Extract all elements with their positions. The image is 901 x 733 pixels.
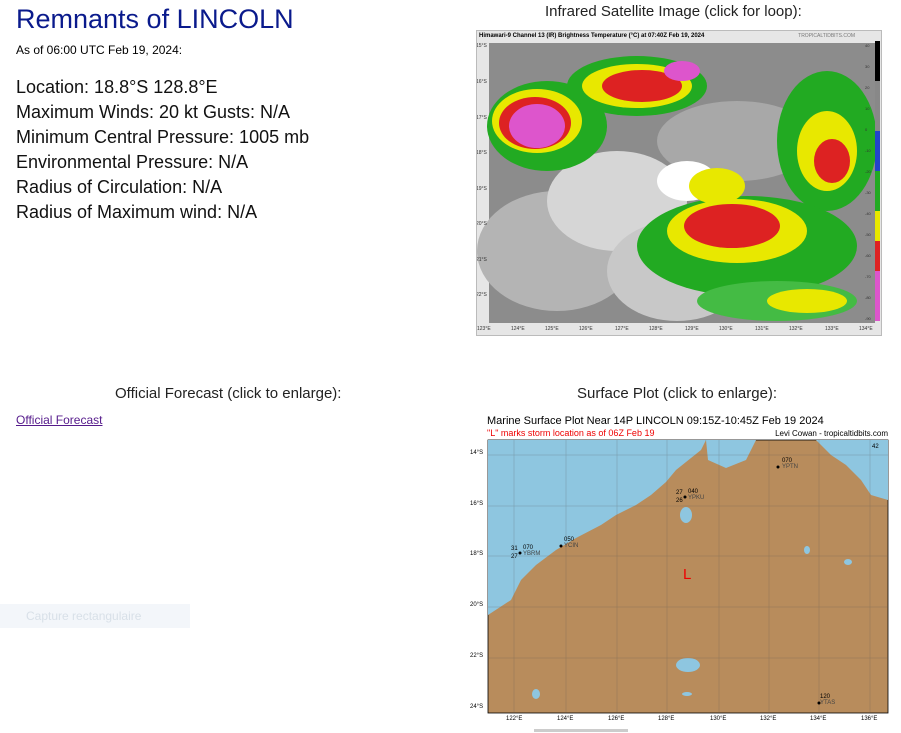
station-plot: 040 YPKU (688, 489, 704, 501)
lat-label: 22°S (476, 292, 487, 298)
lon-label: 134°E (810, 716, 827, 722)
lon-label: 128°E (649, 326, 663, 332)
lon-label: 128°E (658, 716, 675, 722)
lat-label: 18°S (470, 551, 484, 557)
surface-heading: Surface Plot (click to enlarge): (577, 385, 778, 402)
lat-label: 16°S (476, 79, 487, 85)
scale-label: -90 (865, 316, 871, 321)
lat-label: 20°S (476, 221, 487, 227)
surface-plot-image[interactable]: Marine Surface Plot Near 14P LINCOLN 09:… (470, 410, 894, 732)
lon-label: 122°E (506, 716, 523, 722)
lat-label: 14°S (470, 450, 484, 456)
storm-env-pressure: Environmental Pressure: N/A (16, 152, 249, 172)
lon-label: 125°E (545, 326, 559, 332)
scale-label: 10 (865, 106, 870, 111)
lon-label: 136°E (861, 716, 878, 722)
lon-label: 130°E (710, 716, 727, 722)
lat-label: 19°S (476, 186, 487, 192)
scale-label: -60 (865, 253, 871, 258)
station-side: 27 (511, 554, 518, 560)
station-side: 31 (511, 546, 518, 552)
storm-radius-max-wind: Radius of Maximum wind: N/A (16, 202, 258, 222)
storm-marker: L (683, 566, 692, 583)
corner-label: 42 (872, 444, 879, 450)
lat-label: 15°S (476, 43, 487, 49)
lon-label: 130°E (719, 326, 733, 332)
station-id: YPKU (688, 495, 705, 501)
lat-label: 24°S (470, 704, 484, 710)
station-id: YTAS (820, 700, 836, 706)
storm-max-winds: Maximum Winds: 20 kt Gusts: N/A (16, 102, 291, 122)
lon-label: 127°E (615, 326, 629, 332)
satellite-heading: Infrared Satellite Image (click for loop… (545, 3, 802, 20)
station-id: YBRM (523, 551, 541, 557)
station-plot: 070 YBRM (523, 545, 540, 557)
lat-label: 16°S (470, 501, 484, 507)
official-forecast-link[interactable]: Official Forecast (16, 413, 102, 427)
satellite-image-title: Himawari-9 Channel 13 (IR) Brightness Te… (479, 33, 705, 39)
satellite-credit: TROPICALTIDBITS.COM (798, 33, 855, 39)
as-of-timestamp: As of 06:00 UTC Feb 19, 2024: (16, 43, 183, 57)
scale-label: -50 (865, 232, 871, 237)
capture-text: Capture rectangulaire (26, 609, 142, 623)
station-plot: 070 YPTN (782, 458, 798, 470)
lat-label: 20°S (470, 602, 484, 608)
scale-label: -20 (865, 169, 871, 174)
lat-label: 18°S (476, 150, 487, 156)
station-side: 26 (676, 498, 683, 504)
scale-label: 40 (865, 43, 870, 48)
horizontal-scrollbar[interactable] (534, 729, 628, 732)
scale-label: -80 (865, 295, 871, 300)
scale-label: 30 (865, 64, 870, 69)
lat-label: 21°S (476, 257, 487, 263)
scale-label: -10 (865, 148, 871, 153)
storm-title: Remnants of LINCOLN (16, 4, 294, 34)
forecast-heading: Official Forecast (click to enlarge): (115, 385, 342, 402)
station-side: 27 (676, 490, 683, 496)
lon-label: 133°E (825, 326, 839, 332)
lon-label: 131°E (755, 326, 769, 332)
lon-label: 126°E (579, 326, 593, 332)
satellite-image[interactable]: Himawari-9 Channel 13 (IR) Brightness Te… (476, 30, 882, 336)
lon-label: 132°E (760, 716, 777, 722)
lon-label: 126°E (608, 716, 625, 722)
station-id: YCIN (564, 543, 579, 549)
lon-label: 123°E (477, 326, 491, 332)
storm-min-pressure: Minimum Central Pressure: 1005 mb (16, 127, 310, 147)
station-id: YPTN (782, 464, 799, 470)
scale-label: 0 (865, 127, 868, 132)
lon-label: 124°E (557, 716, 574, 722)
lat-label: 22°S (470, 653, 484, 659)
satellite-ir-image (477, 31, 881, 335)
scale-label: 20 (865, 85, 870, 90)
lon-label: 124°E (511, 326, 525, 332)
storm-radius-circulation: Radius of Circulation: N/A (16, 177, 223, 197)
capture-overlay: Capture rectangulaire (0, 604, 190, 628)
scale-label: -30 (865, 190, 871, 195)
lon-label: 129°E (685, 326, 699, 332)
storm-info-panel: Location: 18.8°S 128.8°E Maximum Winds: … (16, 75, 309, 225)
scale-label: -40 (865, 211, 871, 216)
lon-label: 132°E (789, 326, 803, 332)
scale-label: -70 (865, 274, 871, 279)
lon-label: 134°E (859, 326, 873, 332)
lat-label: 17°S (476, 115, 487, 121)
station-plot: 120 YTAS (820, 694, 835, 706)
storm-location: Location: 18.8°S 128.8°E (16, 77, 218, 97)
station-plot: 050 YCIN (564, 537, 578, 549)
